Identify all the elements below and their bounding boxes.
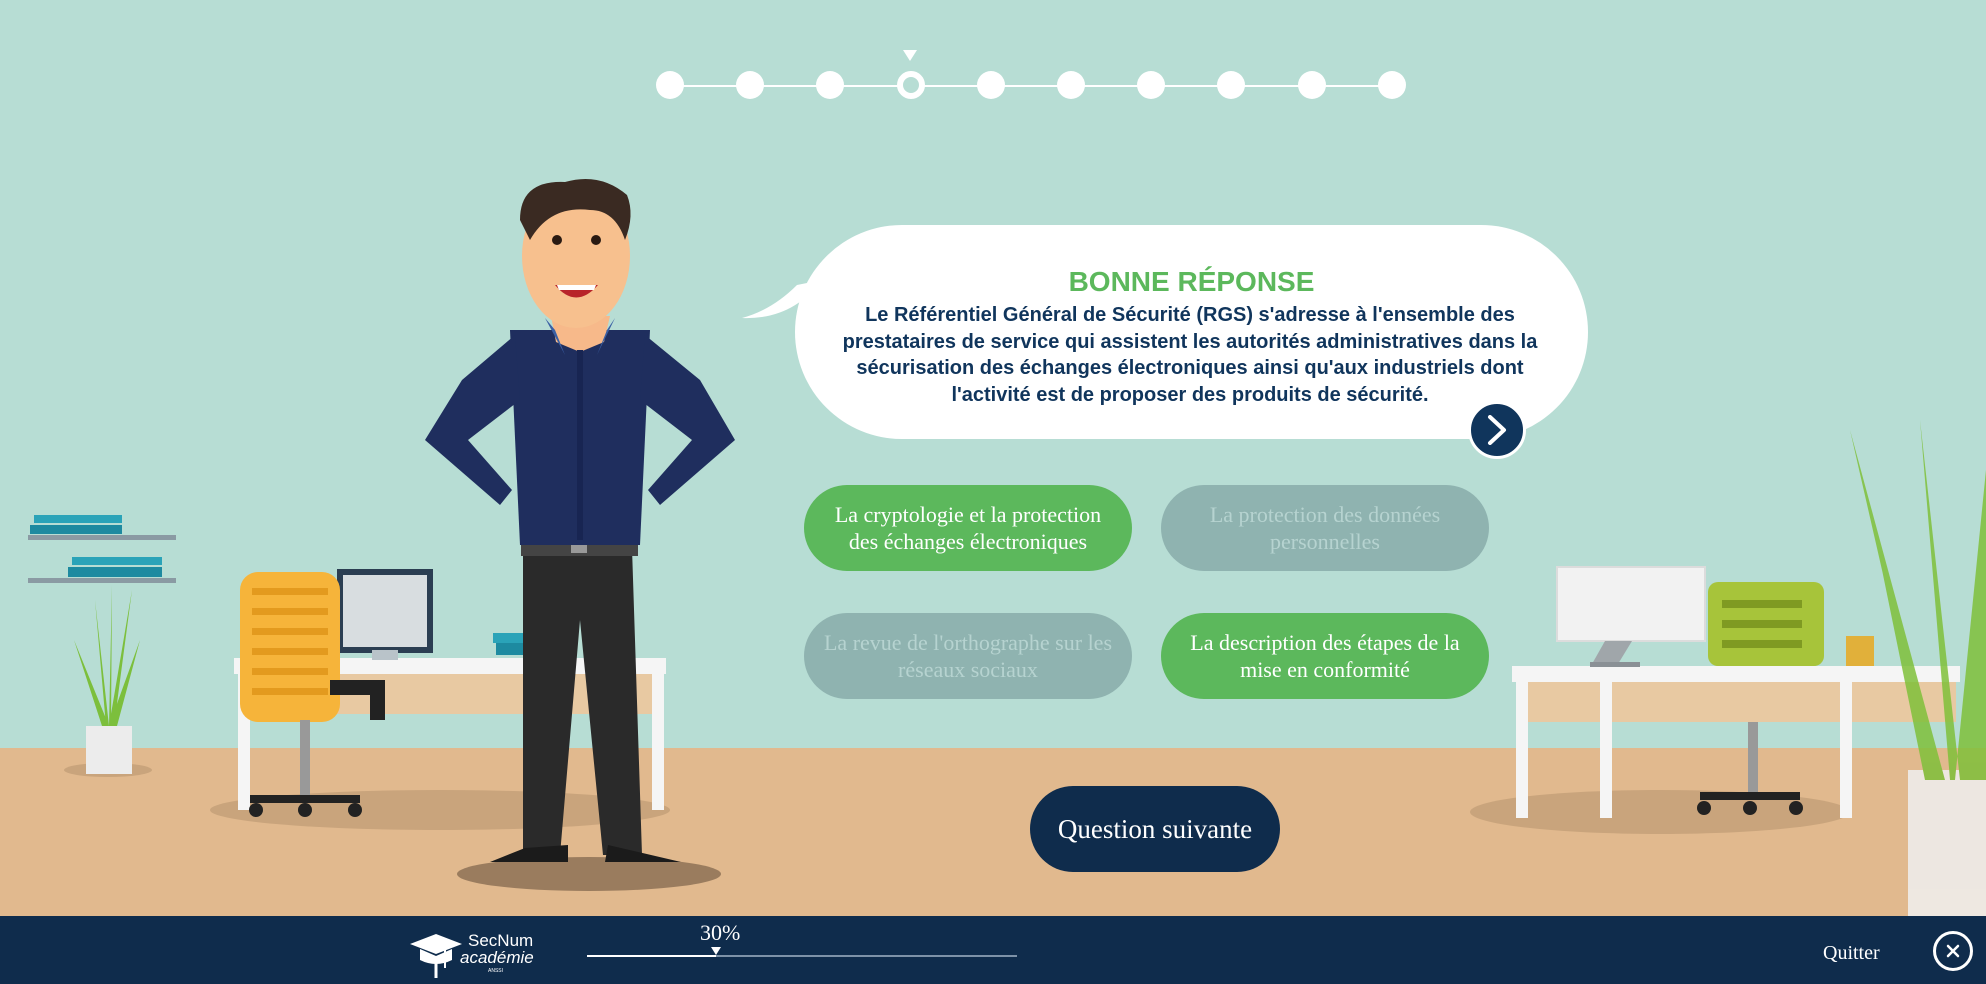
logo-org: ANSSI (488, 968, 504, 974)
progress-step-dot (656, 71, 684, 99)
progress-bar (587, 955, 1017, 957)
logo-subtitle: académie (460, 948, 534, 967)
progress-step-dot (1378, 71, 1406, 99)
progress-step-dot (977, 71, 1005, 99)
progress-step-dot (1137, 71, 1165, 99)
progress-step-dot (1217, 71, 1245, 99)
footer-bar (0, 916, 1986, 984)
progress-bar-fill (587, 955, 716, 957)
chevron-right-icon (1488, 415, 1506, 445)
progress-marker (711, 947, 721, 955)
plant-left (64, 585, 152, 777)
feedback-text: Le Référentiel Général de Sécurité (RGS)… (842, 304, 1538, 406)
secnum-logo: SecNum académie ANSSI (408, 926, 538, 980)
quit-button[interactable] (1933, 931, 1973, 971)
current-step-marker (903, 50, 917, 61)
progress-percentage: 30% (700, 920, 741, 945)
answer-option[interactable]: La cryptologie et la protection des écha… (804, 485, 1132, 571)
progress-step-dot (897, 71, 925, 99)
office-scene (28, 178, 1986, 916)
character-man (425, 178, 735, 891)
progress-stepper-line (670, 85, 1392, 87)
progress-step-dot (1298, 71, 1326, 99)
bookshelf-left (28, 515, 176, 583)
progress-step-dot (736, 71, 764, 99)
feedback-title: BONNE RÉPONSE (1068, 266, 1315, 297)
next-arrow-button[interactable] (1468, 401, 1526, 459)
answer-option[interactable]: La protection des données personnelles (1161, 485, 1489, 571)
graduation-cap-icon (410, 934, 462, 978)
next-question-button[interactable]: Question suivante (1030, 786, 1280, 872)
quit-label[interactable]: Quitter (1823, 942, 1880, 965)
progress-step-dot (1057, 71, 1085, 99)
answer-option[interactable]: La revue de l'orthographe sur les réseau… (804, 613, 1132, 699)
progress-step-dot (816, 71, 844, 99)
desk-right (1470, 566, 1960, 834)
answer-option[interactable]: La description des étapes de la mise en … (1161, 613, 1489, 699)
close-icon (1946, 944, 1960, 958)
